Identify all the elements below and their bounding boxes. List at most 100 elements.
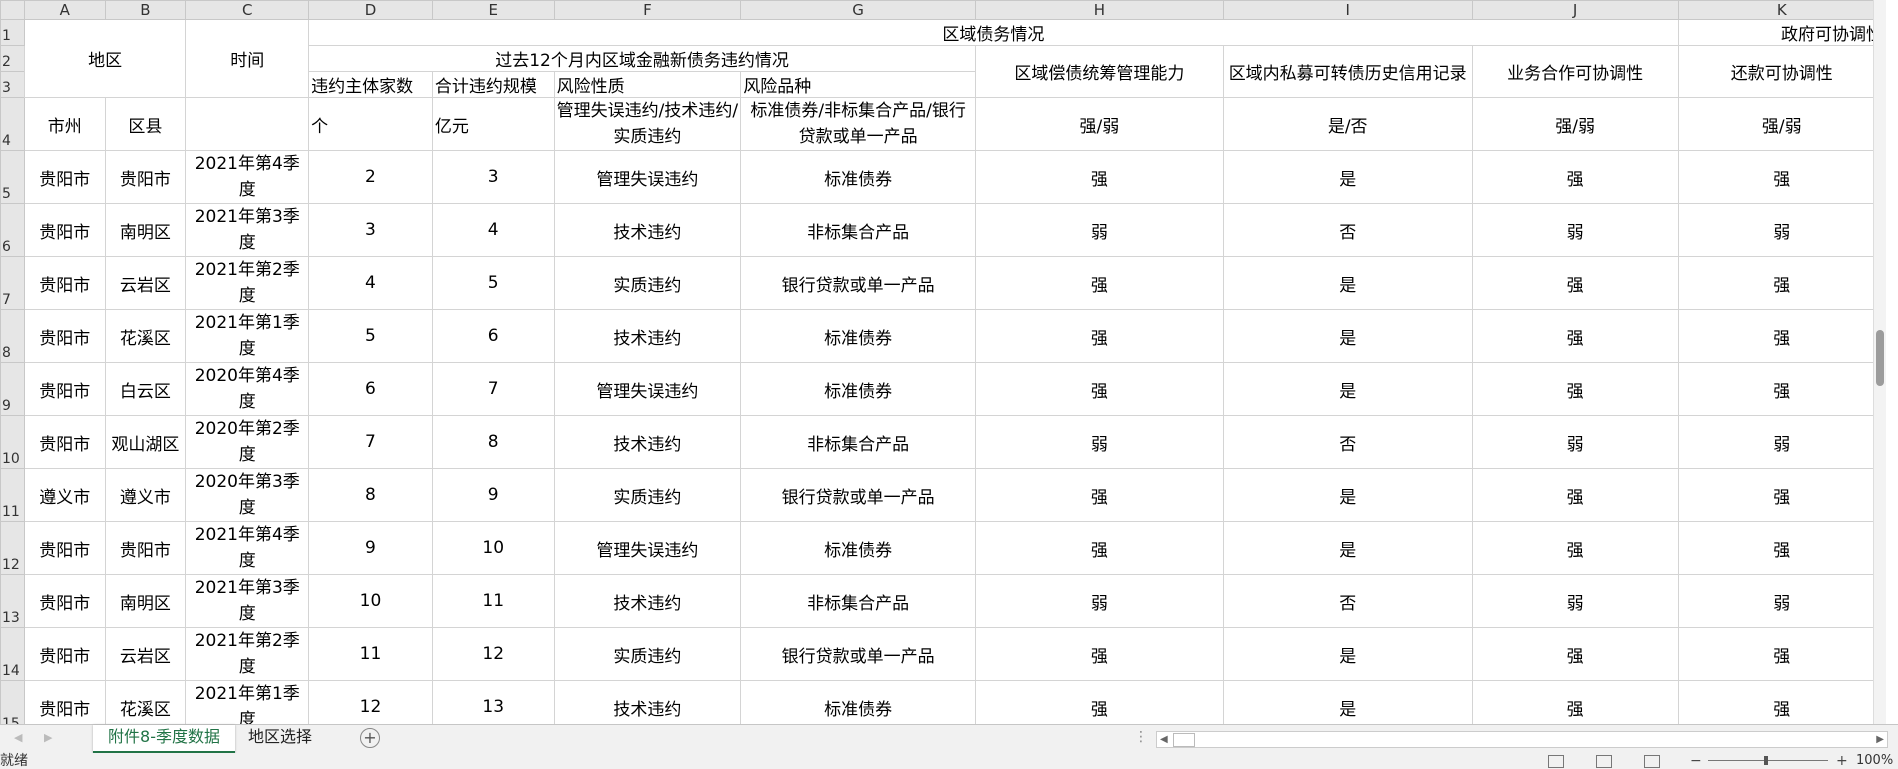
row-header[interactable]: 2 [0, 45, 25, 72]
cell-biz[interactable]: 强 [1471, 521, 1679, 575]
cell-default-scale-header[interactable]: 合计违约规模 [431, 71, 555, 98]
cell-biz[interactable]: 强 [1471, 468, 1679, 522]
column-header-a[interactable]: A [23, 0, 106, 20]
select-all-corner[interactable] [0, 0, 25, 20]
zoom-level[interactable]: 100% [1856, 753, 1893, 769]
cell-district[interactable]: 贵阳市 [104, 150, 187, 204]
cell-record-options[interactable]: 是/否 [1222, 97, 1473, 151]
cell-time[interactable]: 2021年第1季度 [185, 680, 310, 724]
cell-count[interactable]: 2 [308, 150, 433, 204]
cell-coord[interactable]: 弱 [1677, 415, 1886, 469]
cell-coord[interactable]: 强 [1677, 256, 1886, 310]
cell-type[interactable]: 银行贷款或单一产品 [740, 627, 976, 681]
tab-scroll-right-icon[interactable]: ▶ [44, 731, 52, 744]
cell-count[interactable]: 9 [308, 521, 433, 575]
cell-unit-scale[interactable]: 亿元 [431, 97, 555, 151]
cell-district[interactable]: 白云区 [104, 362, 187, 416]
tab-quarterly-data[interactable]: 附件8-季度数据 [93, 725, 235, 754]
cell-biz[interactable]: 强 [1471, 680, 1679, 724]
cell-district-header[interactable]: 区县 [104, 97, 187, 151]
column-header-h[interactable]: H [974, 0, 1224, 20]
cell-nature[interactable]: 技术违约 [553, 680, 742, 724]
cell-city[interactable]: 贵阳市 [23, 521, 106, 575]
cell-biz-coord-header[interactable]: 业务合作可协调性 [1471, 45, 1679, 98]
cell-record[interactable]: 是 [1222, 680, 1473, 724]
cell-empty[interactable] [185, 97, 310, 151]
cell-city[interactable]: 贵阳市 [23, 574, 106, 628]
cell-type[interactable]: 非标集合产品 [740, 574, 976, 628]
cell-type[interactable]: 标准债券 [740, 309, 976, 363]
column-header-c[interactable]: C [185, 0, 310, 20]
cell-district[interactable]: 云岩区 [104, 256, 187, 310]
row-header[interactable]: 8 [0, 309, 25, 363]
cell-city[interactable]: 贵阳市 [23, 309, 106, 363]
cell-type[interactable]: 标准债券 [740, 680, 976, 724]
cell-count[interactable]: 8 [308, 468, 433, 522]
normal-view-icon[interactable] [1548, 755, 1564, 768]
cell-city[interactable]: 贵阳市 [23, 627, 106, 681]
cell-scale[interactable]: 6 [431, 309, 555, 363]
cell-count[interactable]: 10 [308, 574, 433, 628]
cell-coord[interactable]: 强 [1677, 362, 1886, 416]
row-header[interactable]: 14 [0, 627, 25, 681]
cell-nature[interactable]: 管理失误违约 [553, 150, 742, 204]
tab-scroll-left-icon[interactable]: ◀ [14, 731, 22, 744]
cell-type[interactable]: 非标集合产品 [740, 415, 976, 469]
cell-count[interactable]: 6 [308, 362, 433, 416]
cell-repay[interactable]: 强 [974, 680, 1224, 724]
row-header[interactable]: 11 [0, 468, 25, 522]
cell-nature[interactable]: 技术违约 [553, 309, 742, 363]
cell-record[interactable]: 否 [1222, 415, 1473, 469]
row-header[interactable]: 10 [0, 415, 25, 469]
cell-coord[interactable]: 强 [1677, 309, 1886, 363]
cell-type[interactable]: 非标集合产品 [740, 203, 976, 257]
cell-city-header[interactable]: 市州 [23, 97, 106, 151]
cell-time[interactable]: 2021年第1季度 [185, 309, 310, 363]
zoom-out-button[interactable]: − [1690, 753, 1702, 769]
cell-scale[interactable]: 4 [431, 203, 555, 257]
cell-record[interactable]: 是 [1222, 309, 1473, 363]
cell-time[interactable]: 2021年第3季度 [185, 203, 310, 257]
cell-time[interactable]: 2021年第4季度 [185, 150, 310, 204]
cell-type[interactable]: 银行贷款或单一产品 [740, 256, 976, 310]
cell-repay[interactable]: 弱 [974, 203, 1224, 257]
scroll-right-arrow-icon[interactable]: ▶ [1876, 732, 1884, 747]
row-header[interactable]: 9 [0, 362, 25, 416]
page-break-view-icon[interactable] [1644, 755, 1660, 768]
zoom-in-button[interactable]: + [1836, 753, 1848, 769]
cell-nature-options[interactable]: 管理失误违约/技术违约/实质违约 [553, 97, 742, 151]
cell-district[interactable]: 花溪区 [104, 680, 187, 724]
cell-city[interactable]: 贵阳市 [23, 150, 106, 204]
vertical-scrollbar[interactable] [1873, 0, 1886, 724]
cell-district[interactable]: 南明区 [104, 574, 187, 628]
cell-record[interactable]: 否 [1222, 574, 1473, 628]
cell-repay[interactable]: 强 [974, 468, 1224, 522]
cell-repay-ability-header[interactable]: 区域偿债统筹管理能力 [974, 45, 1224, 98]
column-header-g[interactable]: G [740, 0, 976, 20]
zoom-slider-knob[interactable] [1764, 756, 1768, 765]
cell-scale[interactable]: 9 [431, 468, 555, 522]
cell-city[interactable]: 贵阳市 [23, 415, 106, 469]
vertical-scroll-thumb[interactable] [1876, 330, 1884, 386]
cell-type[interactable]: 标准债券 [740, 521, 976, 575]
cell-repay-coord-header[interactable]: 还款可协调性 [1677, 45, 1886, 98]
column-header-b[interactable]: B [104, 0, 187, 20]
cell-repay-options[interactable]: 强/弱 [974, 97, 1224, 151]
cell-count[interactable]: 11 [308, 627, 433, 681]
column-header-e[interactable]: E [431, 0, 555, 20]
cell-city[interactable]: 贵阳市 [23, 256, 106, 310]
cell-scale[interactable]: 5 [431, 256, 555, 310]
column-header-d[interactable]: D [308, 0, 433, 20]
cell-unit-count[interactable]: 个 [308, 97, 433, 151]
column-header-k[interactable]: K [1677, 0, 1886, 20]
cell-district[interactable]: 云岩区 [104, 627, 187, 681]
cell-record[interactable]: 是 [1222, 468, 1473, 522]
cell-nature[interactable]: 技术违约 [553, 574, 742, 628]
cell-time[interactable]: 2021年第2季度 [185, 627, 310, 681]
cell-risk-nature-header[interactable]: 风险性质 [553, 71, 742, 98]
cell-coord[interactable]: 强 [1677, 627, 1886, 681]
cell-time[interactable]: 2021年第4季度 [185, 521, 310, 575]
cell-coord-options[interactable]: 强/弱 [1677, 97, 1886, 151]
cell-time[interactable]: 2021年第3季度 [185, 574, 310, 628]
cell-biz[interactable]: 强 [1471, 150, 1679, 204]
